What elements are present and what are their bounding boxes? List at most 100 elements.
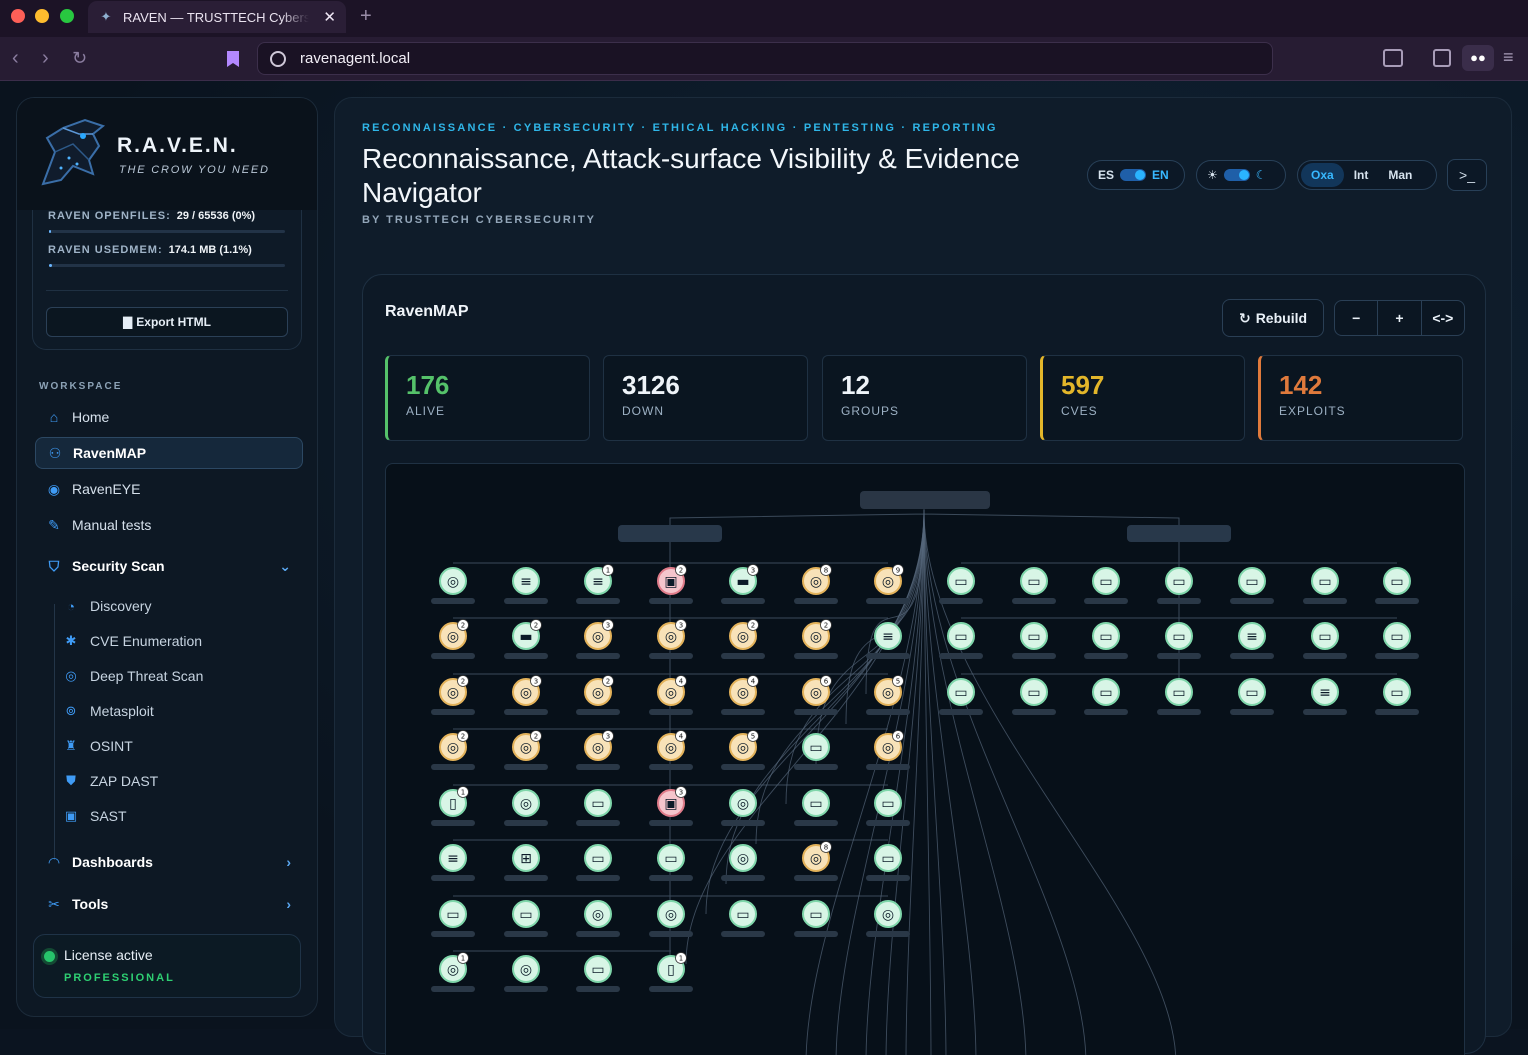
monitor-node-icon[interactable]: ▭ bbox=[431, 900, 475, 937]
monitor-node-icon[interactable]: ▭ bbox=[504, 900, 548, 937]
mode-selector[interactable]: Oxa Int Man bbox=[1297, 160, 1437, 190]
globe-node-icon[interactable]: ◎ bbox=[431, 567, 475, 604]
globe-node-icon[interactable]: ◎1 bbox=[431, 952, 475, 993]
globe-node-icon[interactable]: ◎8 bbox=[794, 841, 838, 882]
monitor-node-icon[interactable]: ▭ bbox=[1157, 678, 1201, 715]
globe-node-icon[interactable]: ◎3 bbox=[504, 675, 548, 716]
rebuild-button[interactable]: ↻ Rebuild bbox=[1222, 299, 1324, 337]
nav-zap-dast[interactable]: ⛊ ZAP DAST bbox=[63, 769, 158, 793]
chevron-right-icon[interactable]: › bbox=[286, 854, 291, 870]
globe-node-icon[interactable]: ◎3 bbox=[576, 619, 620, 660]
globe-node-icon[interactable]: ◎2 bbox=[721, 619, 765, 660]
globe-node-icon[interactable]: ◎2 bbox=[576, 675, 620, 716]
monitor-node-icon[interactable]: ▭ bbox=[721, 900, 765, 937]
wave-node-icon[interactable]: ≡ bbox=[431, 844, 475, 881]
monitor-node-icon[interactable]: ▭ bbox=[1084, 678, 1128, 715]
monitor-node-icon[interactable]: ▭ bbox=[576, 844, 620, 881]
theme-switch[interactable] bbox=[1223, 169, 1250, 181]
folder-node-icon[interactable]: ▬3 bbox=[721, 564, 765, 605]
tab-close-icon[interactable]: ✕ bbox=[323, 8, 336, 26]
globe-node-icon[interactable]: ◎6 bbox=[866, 730, 910, 771]
reader-mode-icon[interactable]: ●● bbox=[1462, 45, 1494, 71]
zoom-out-button[interactable]: − bbox=[1335, 301, 1377, 335]
globe-node-icon[interactable]: ◎9 bbox=[866, 564, 910, 605]
monitor-node-icon[interactable]: ▭ bbox=[649, 844, 693, 881]
monitor-node-icon[interactable]: ▭ bbox=[1230, 678, 1274, 715]
mode-int[interactable]: Int bbox=[1344, 163, 1379, 187]
browser-tab[interactable]: ✦ RAVEN — TRUSTTECH Cybersecurity ✕ bbox=[88, 1, 346, 33]
window-close-button[interactable] bbox=[11, 9, 25, 23]
nav-deep-threat-scan[interactable]: ◎ Deep Threat Scan bbox=[63, 664, 203, 688]
zoom-in-button[interactable]: + bbox=[1377, 301, 1420, 335]
globe-node-icon[interactable]: ◎2 bbox=[431, 730, 475, 771]
monitor-node-icon[interactable]: ▭ bbox=[1303, 622, 1347, 659]
monitor-node-icon[interactable]: ▭ bbox=[1157, 567, 1201, 604]
menu-icon[interactable]: ≡ bbox=[1503, 47, 1514, 68]
monitor-node-icon[interactable]: ▭ bbox=[576, 789, 620, 826]
monitor-node-icon[interactable]: ▭ bbox=[939, 567, 983, 604]
monitor-node-icon[interactable]: ▭ bbox=[576, 955, 620, 992]
language-switch[interactable] bbox=[1120, 169, 1147, 181]
monitor-node-icon[interactable]: ▭ bbox=[1230, 567, 1274, 604]
wave-node-icon[interactable]: ≡ bbox=[1230, 622, 1274, 659]
nav-ravenmap[interactable]: ⚇ RavenMAP bbox=[35, 437, 303, 469]
window-maximize-button[interactable] bbox=[60, 9, 74, 23]
globe-node-icon[interactable]: ◎2 bbox=[431, 675, 475, 716]
globe-node-icon[interactable]: ◎3 bbox=[576, 730, 620, 771]
network-map-canvas[interactable]: ◎ ≡ ≡ 1 ▣ 2 ▬ 3 ◎ 8 ◎ 9 ◎ 2 ▬ 2 ◎ 3 ◎ 3 ◎ 2 ◎ 2 ≡ ◎ 2 ◎ 3 ◎ 2 ◎ 4 ◎ 4 ◎ 6 ◎ 5 ◎… bbox=[385, 463, 1465, 1055]
back-icon[interactable]: ‹ bbox=[12, 47, 19, 70]
globe-node-icon[interactable]: ◎2 bbox=[431, 619, 475, 660]
globe-node-icon[interactable]: ◎ bbox=[649, 900, 693, 937]
globe-node-icon[interactable]: ◎6 bbox=[794, 675, 838, 716]
new-tab-button[interactable]: + bbox=[360, 5, 372, 28]
reload-icon[interactable]: ↻ bbox=[72, 48, 87, 69]
chevron-right-icon[interactable]: › bbox=[286, 896, 291, 912]
folder-node-icon[interactable]: ▬2 bbox=[504, 619, 548, 660]
monitor-node-icon[interactable]: ▭ bbox=[1012, 567, 1056, 604]
nav-discovery[interactable]: ◔ Discovery bbox=[63, 594, 151, 618]
nav-raveneye[interactable]: ◉ RavenEYE bbox=[35, 473, 303, 505]
globe-node-icon[interactable]: ◎4 bbox=[649, 730, 693, 771]
wave-node-icon[interactable]: ≡ bbox=[1303, 678, 1347, 715]
mobile-node-icon[interactable]: ▯1 bbox=[649, 952, 693, 993]
globe-node-icon[interactable]: ◎8 bbox=[794, 564, 838, 605]
server-red-node-icon[interactable]: ▣2 bbox=[649, 564, 693, 605]
globe-node-icon[interactable]: ◎2 bbox=[794, 619, 838, 660]
screen-capture-icon[interactable] bbox=[1383, 49, 1403, 67]
forward-icon[interactable]: › bbox=[42, 47, 49, 70]
nav-home[interactable]: ⌂ Home bbox=[35, 401, 303, 433]
server-red-node-icon[interactable]: ▣3 bbox=[649, 786, 693, 827]
nav-osint[interactable]: ♜ OSINT bbox=[63, 734, 133, 758]
monitor-node-icon[interactable]: ▭ bbox=[1084, 622, 1128, 659]
export-html-button[interactable]: ▇ Export HTML bbox=[46, 307, 288, 337]
monitor-node-icon[interactable]: ▭ bbox=[794, 789, 838, 826]
mobile-node-icon[interactable]: ▯1 bbox=[431, 786, 475, 827]
wave-node-icon[interactable]: ≡ bbox=[866, 622, 910, 659]
globe-node-icon[interactable]: ◎5 bbox=[721, 730, 765, 771]
globe-node-icon[interactable]: ◎3 bbox=[649, 619, 693, 660]
globe-node-icon[interactable]: ◎4 bbox=[721, 675, 765, 716]
monitor-node-icon[interactable]: ▭ bbox=[1012, 678, 1056, 715]
globe-node-icon[interactable]: ◎ bbox=[576, 900, 620, 937]
monitor-node-icon[interactable]: ▭ bbox=[794, 900, 838, 937]
globe-node-icon[interactable]: ◎2 bbox=[504, 730, 548, 771]
nav-sast[interactable]: ▣ SAST bbox=[63, 804, 127, 828]
terminal-button[interactable]: >_ bbox=[1447, 159, 1487, 191]
monitor-node-icon[interactable]: ▭ bbox=[939, 622, 983, 659]
chevron-down-icon[interactable]: ⌄ bbox=[279, 558, 291, 575]
monitor-node-icon[interactable]: ▭ bbox=[1012, 622, 1056, 659]
monitor-node-icon[interactable]: ▭ bbox=[1375, 622, 1419, 659]
language-toggle[interactable]: ES EN bbox=[1087, 160, 1185, 190]
monitor-node-icon[interactable]: ▭ bbox=[1084, 567, 1128, 604]
monitor-node-icon[interactable]: ▭ bbox=[1303, 567, 1347, 604]
mode-man[interactable]: Man bbox=[1378, 163, 1422, 187]
nav-tools[interactable]: ✂ Tools › bbox=[35, 888, 303, 920]
windows-node-icon[interactable]: ⊞ bbox=[504, 844, 548, 881]
bookmark-icon[interactable] bbox=[226, 50, 240, 68]
nav-cve-enumeration[interactable]: ✱ CVE Enumeration bbox=[63, 629, 203, 653]
nav-manual-tests[interactable]: ✎ Manual tests bbox=[35, 509, 303, 541]
site-info-icon[interactable] bbox=[270, 50, 286, 67]
mode-oxa[interactable]: Oxa bbox=[1301, 163, 1344, 187]
monitor-node-icon[interactable]: ▭ bbox=[1375, 567, 1419, 604]
nav-metasploit[interactable]: ⊚ Metasploit bbox=[63, 699, 154, 723]
